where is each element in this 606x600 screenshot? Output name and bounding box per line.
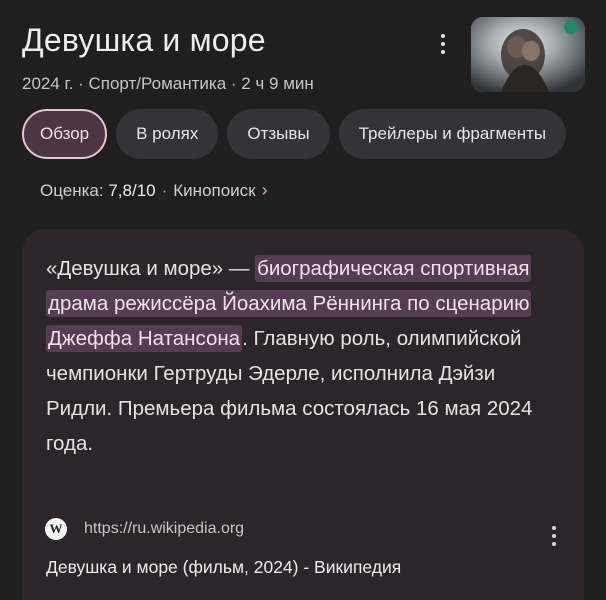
rating-separator: · — [161, 180, 168, 200]
movie-meta: 2024 г. · Спорт/Романтика · 2 ч 9 мин — [22, 74, 314, 93]
tab-cast[interactable]: В ролях — [116, 109, 219, 159]
rating-value: 7,8/10 — [108, 180, 156, 200]
poster-image — [471, 17, 585, 92]
description-card: «Девушка и море» — биографическая спорти… — [22, 229, 584, 600]
more-options-icon[interactable] — [435, 32, 451, 56]
rating-label: Оценка: — [40, 180, 104, 200]
page-title: Девушка и море — [22, 22, 266, 58]
source-more-options-icon[interactable] — [549, 526, 559, 546]
source-url[interactable]: https://ru.wikipedia.org — [84, 520, 244, 538]
tab-trailers[interactable]: Трейлеры и фрагменты — [338, 109, 567, 159]
rating-source[interactable]: Кинопоиск — [173, 181, 255, 201]
wikipedia-icon: W — [45, 518, 67, 540]
rating-row[interactable]: Оценка: 7,8/10 · Кинопоиск › — [40, 180, 268, 201]
description-intro: «Девушка и море» — — [46, 257, 256, 280]
movie-poster-thumbnail[interactable] — [471, 17, 585, 92]
description-text: «Девушка и море» — биографическая спорти… — [46, 251, 556, 461]
tab-overview[interactable]: Обзор — [22, 109, 108, 159]
tab-bar: Обзор В ролях Отзывы Трейлеры и фрагмент… — [22, 109, 567, 159]
chevron-right-icon[interactable]: › — [262, 180, 268, 201]
tab-reviews[interactable]: Отзывы — [227, 109, 330, 159]
source-title-link[interactable]: Девушка и море (фильм, 2024) - Википедия — [46, 557, 401, 578]
